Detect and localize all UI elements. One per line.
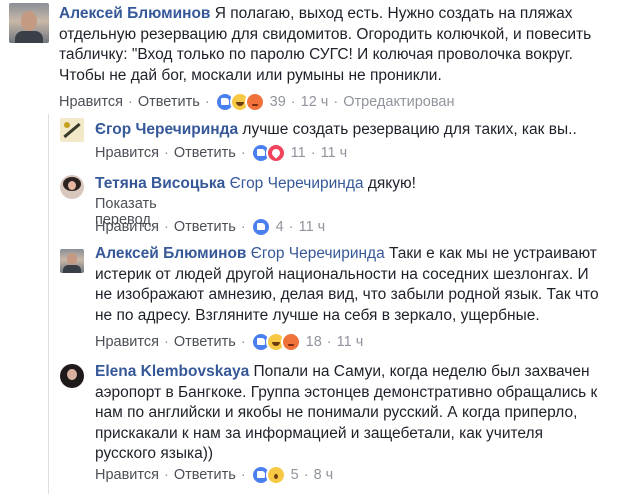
separator: ·	[326, 334, 332, 350]
like-button[interactable]: Нравится	[95, 334, 159, 350]
reactions[interactable]	[250, 332, 301, 352]
separator: ·	[240, 219, 246, 235]
separator: ·	[240, 145, 246, 161]
timestamp[interactable]: 11 ч	[337, 334, 364, 350]
wow-icon	[265, 465, 286, 485]
like-button[interactable]: Нравится	[95, 219, 159, 235]
comment-actions: Нравится · Ответить · 39 · 12 ч · Отреда…	[59, 92, 454, 112]
like-icon	[250, 217, 271, 237]
reactions[interactable]	[250, 143, 286, 163]
avatar[interactable]	[60, 364, 84, 388]
timestamp[interactable]: 11 ч	[299, 219, 326, 235]
reply-button[interactable]: Ответить	[174, 334, 236, 350]
reply-button[interactable]: Ответить	[138, 94, 200, 110]
comment-actions: Нравится · Ответить · 18 · 11 ч	[95, 332, 363, 352]
avatar[interactable]	[9, 3, 49, 43]
separator: ·	[163, 467, 169, 483]
author-name[interactable]: Єгор Черечиринда	[95, 121, 238, 138]
comment-text: Єгор Черечиринда лучше создать резерваци…	[95, 120, 600, 141]
reaction-count[interactable]: 5	[291, 467, 299, 483]
comment-actions: Нравится · Ответить · 5 · 8 ч	[95, 465, 333, 485]
reaction-count[interactable]: 18	[306, 334, 322, 350]
separator: ·	[204, 94, 210, 110]
comment-text: Тетяна Висоцька Єгор Черечиринда дякую!	[95, 174, 600, 195]
separator: ·	[163, 334, 169, 350]
comment-body: лучше создать резервацию для таких, как …	[238, 121, 577, 138]
reaction-count[interactable]: 4	[276, 219, 284, 235]
separator: ·	[288, 219, 294, 235]
like-button[interactable]: Нравится	[95, 145, 159, 161]
mention-link[interactable]: Єгор Черечиринда	[230, 175, 364, 192]
timestamp[interactable]: 8 ч	[314, 467, 334, 483]
author-name[interactable]: Алексей Блюминов	[59, 5, 210, 22]
separator: ·	[240, 467, 246, 483]
reaction-count[interactable]: 39	[270, 94, 286, 110]
separator: ·	[290, 94, 296, 110]
reply-button[interactable]: Ответить	[174, 145, 236, 161]
separator: ·	[303, 467, 309, 483]
reactions[interactable]	[250, 217, 271, 237]
reactions[interactable]	[214, 92, 265, 112]
angry-icon	[280, 332, 301, 352]
mention-link[interactable]: Єгор Черечиринда	[251, 245, 385, 262]
timestamp[interactable]: 12 ч	[301, 94, 329, 110]
heart-icon	[265, 143, 286, 163]
timestamp[interactable]: 11 ч	[321, 145, 348, 161]
comment-text: Алексей Блюминов Я полагаю, выход есть. …	[59, 4, 604, 86]
comment-text: Elena Klembovskaya Попали на Самуи, когд…	[95, 362, 600, 465]
like-button[interactable]: Нравится	[59, 94, 123, 110]
comment-body: дякую!	[363, 175, 416, 192]
separator: ·	[163, 219, 169, 235]
separator: ·	[333, 94, 339, 110]
reply-button[interactable]: Ответить	[174, 219, 236, 235]
separator: ·	[240, 334, 246, 350]
avatar[interactable]	[60, 118, 84, 142]
author-name[interactable]: Elena Klembovskaya	[95, 363, 249, 380]
edited-label[interactable]: Отредактирован	[343, 94, 454, 110]
avatar[interactable]	[60, 175, 84, 199]
author-name[interactable]: Алексей Блюминов	[95, 245, 246, 262]
comment-actions: Нравится · Ответить · 4 · 11 ч	[95, 217, 325, 237]
like-button[interactable]: Нравится	[95, 467, 159, 483]
separator: ·	[127, 94, 133, 110]
reply-button[interactable]: Ответить	[174, 467, 236, 483]
reaction-count[interactable]: 11	[291, 145, 306, 161]
author-name[interactable]: Тетяна Висоцька	[95, 175, 225, 192]
reply-thread-line	[48, 114, 49, 494]
comment-text: Алексей Блюминов Єгор Черечиринда Таки е…	[95, 244, 600, 326]
separator: ·	[163, 145, 169, 161]
avatar[interactable]	[60, 249, 84, 273]
comment-actions: Нравится · Ответить · 11 · 11 ч	[95, 143, 347, 163]
separator: ·	[310, 145, 316, 161]
reactions[interactable]	[250, 465, 286, 485]
angry-icon	[244, 92, 265, 112]
